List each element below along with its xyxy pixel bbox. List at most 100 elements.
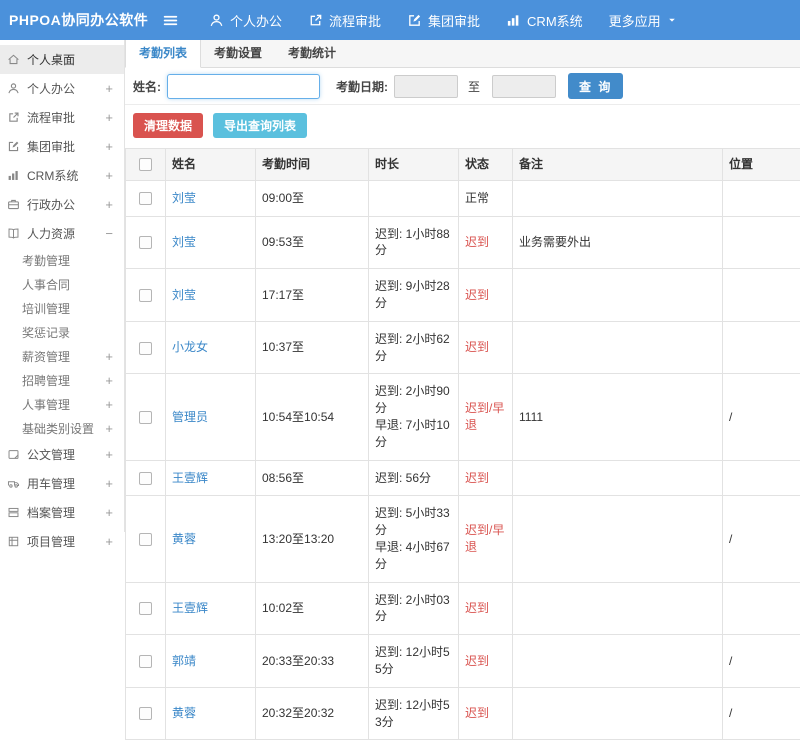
tab-attendance-list[interactable]: 考勤列表 (125, 40, 201, 68)
sidebar-item-group-approval[interactable]: 集团审批+ (0, 132, 124, 161)
topnav-personal-office[interactable]: 个人办公 (209, 11, 282, 30)
employee-name-link[interactable]: 黄蓉 (172, 706, 196, 720)
name-filter-input[interactable] (167, 74, 320, 99)
column-header-2: 时长 (369, 149, 459, 181)
duration-line: 迟到: 12小时53分 (375, 697, 452, 731)
sidebar-subitem-training-management[interactable]: 培训管理 (0, 296, 124, 320)
topnav-crm-system[interactable]: CRM系统 (506, 11, 583, 30)
row-checkbox[interactable] (139, 472, 152, 485)
row-checkbox[interactable] (139, 533, 152, 546)
employee-name-link[interactable]: 王壹辉 (172, 601, 208, 615)
chart-icon (7, 169, 20, 182)
duration-cell: 迟到: 12小时55分 (369, 635, 459, 688)
search-button[interactable]: 查 询 (568, 73, 623, 99)
row-checkbox[interactable] (139, 192, 152, 205)
menu-button[interactable] (158, 8, 183, 33)
name-cell: 黄蓉 (166, 687, 256, 740)
row-checkbox[interactable] (139, 655, 152, 668)
edit-icon (7, 140, 20, 153)
expand-icon[interactable]: + (105, 535, 113, 548)
sidebar-subitem-salary-management[interactable]: 薪资管理+ (0, 344, 124, 368)
expand-icon[interactable]: + (105, 374, 113, 387)
expand-icon[interactable]: + (105, 506, 113, 519)
row-checkbox[interactable] (139, 707, 152, 720)
employee-name-link[interactable]: 刘莹 (172, 235, 196, 249)
name-cell: 郭靖 (166, 635, 256, 688)
share-icon (308, 13, 323, 28)
edit-icon (407, 13, 422, 28)
location-cell (723, 321, 800, 374)
expand-icon[interactable]: + (105, 422, 113, 435)
topnav-workflow-approval[interactable]: 流程审批 (308, 11, 381, 30)
expand-icon[interactable]: + (105, 169, 113, 182)
tab-attendance-statistics[interactable]: 考勤统计 (275, 40, 349, 67)
sidebar-subitem-recruitment-management[interactable]: 招聘管理+ (0, 368, 124, 392)
location-cell (723, 269, 800, 322)
expand-icon[interactable]: + (105, 82, 113, 95)
employee-name-link[interactable]: 刘莹 (172, 191, 196, 205)
sidebar-subitem-label: 薪资管理 (22, 348, 105, 365)
sidebar-item-crm-system[interactable]: CRM系统+ (0, 161, 124, 190)
name-cell: 黄蓉 (166, 496, 256, 582)
expand-icon[interactable]: + (105, 140, 113, 153)
employee-name-link[interactable]: 郭靖 (172, 654, 196, 668)
expand-icon[interactable]: + (105, 198, 113, 211)
note-cell (513, 582, 723, 635)
sidebar-subitem-personnel-management[interactable]: 人事管理+ (0, 392, 124, 416)
sidebar-item-document-management[interactable]: 公文管理+ (0, 440, 124, 469)
duration-cell: 迟到: 9小时28分 (369, 269, 459, 322)
sidebar-item-human-resources[interactable]: 人力资源− (0, 219, 124, 248)
row-select-cell (126, 321, 166, 374)
row-select-cell (126, 269, 166, 322)
sidebar-subitem-attendance-management[interactable]: 考勤管理 (0, 248, 124, 272)
sidebar-item-vehicle-management[interactable]: 用车管理+ (0, 469, 124, 498)
sidebar-item-personal-office[interactable]: 个人办公+ (0, 74, 124, 103)
status-cell: 迟到/早退 (459, 374, 513, 460)
date-from-input[interactable] (394, 75, 458, 98)
sidebar-subitem-personnel-contract[interactable]: 人事合同 (0, 272, 124, 296)
date-to-input[interactable] (492, 75, 556, 98)
sidebar-item-label: 集团审批 (27, 138, 105, 155)
filter-bar: 姓名: 考勤日期: 至 查 询 (125, 68, 800, 105)
topnav-more-apps[interactable]: 更多应用 (609, 11, 677, 30)
expand-icon[interactable]: + (105, 448, 113, 461)
top-navigation: 个人办公 流程审批 集团审批 CRM系统 更多应用 (183, 11, 677, 30)
topnav-label: CRM系统 (527, 11, 583, 30)
collapse-icon[interactable]: − (105, 227, 113, 240)
row-checkbox[interactable] (139, 602, 152, 615)
employee-name-link[interactable]: 黄蓉 (172, 532, 196, 546)
select-all-checkbox[interactable] (139, 158, 152, 171)
expand-icon[interactable]: + (105, 477, 113, 490)
attendance-time-cell: 20:32至20:32 (256, 687, 369, 740)
employee-name-link[interactable]: 小龙女 (172, 340, 208, 354)
expand-icon[interactable]: + (105, 350, 113, 363)
sidebar-subitem-basic-category-settings[interactable]: 基础类别设置+ (0, 416, 124, 440)
note-cell (513, 180, 723, 216)
topnav-group-approval[interactable]: 集团审批 (407, 11, 480, 30)
employee-name-link[interactable]: 管理员 (172, 410, 208, 424)
tab-attendance-settings[interactable]: 考勤设置 (201, 40, 275, 67)
row-checkbox[interactable] (139, 411, 152, 424)
status-cell: 迟到 (459, 321, 513, 374)
sidebar-subitem-label: 培训管理 (22, 300, 113, 317)
sidebar-item-admin-office[interactable]: 行政办公+ (0, 190, 124, 219)
sidebar-item-project-management[interactable]: 项目管理+ (0, 527, 124, 556)
employee-name-link[interactable]: 王壹辉 (172, 471, 208, 485)
clear-data-button[interactable]: 清理数据 (133, 113, 203, 138)
name-cell: 王壹辉 (166, 582, 256, 635)
name-cell: 刘莹 (166, 216, 256, 269)
employee-name-link[interactable]: 刘莹 (172, 288, 196, 302)
row-checkbox[interactable] (139, 236, 152, 249)
archive-icon (7, 506, 20, 519)
sidebar-item-workflow-approval[interactable]: 流程审批+ (0, 103, 124, 132)
expand-icon[interactable]: + (105, 398, 113, 411)
chart-icon (506, 13, 521, 28)
row-checkbox[interactable] (139, 289, 152, 302)
sidebar-subitem-reward-punishment[interactable]: 奖惩记录 (0, 320, 124, 344)
duration-line: 迟到: 5小时33分 (375, 505, 452, 539)
row-checkbox[interactable] (139, 342, 152, 355)
sidebar-item-archive-management[interactable]: 档案管理+ (0, 498, 124, 527)
export-list-button[interactable]: 导出查询列表 (213, 113, 307, 138)
expand-icon[interactable]: + (105, 111, 113, 124)
sidebar-item-personal-desktop[interactable]: 个人桌面 (0, 45, 124, 74)
